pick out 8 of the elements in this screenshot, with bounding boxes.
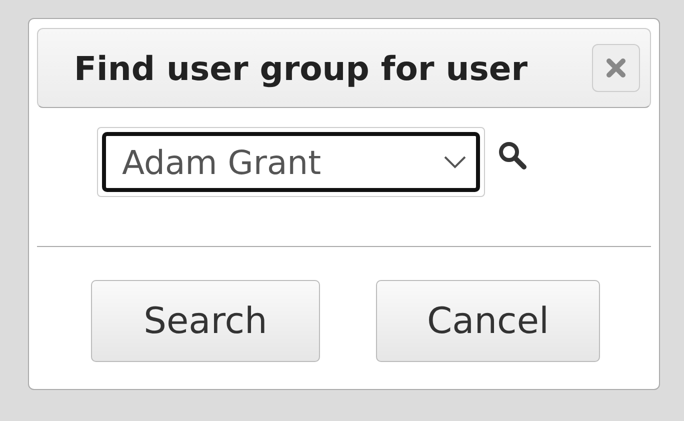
close-button[interactable] xyxy=(592,44,640,92)
user-select[interactable]: Adam Grant xyxy=(102,132,480,192)
search-button[interactable]: Search xyxy=(91,280,320,362)
search-icon[interactable] xyxy=(497,140,529,172)
dialog-title: Find user group for user xyxy=(74,48,528,88)
close-icon xyxy=(604,56,628,80)
chevron-down-icon xyxy=(444,155,466,169)
cancel-button[interactable]: Cancel xyxy=(376,280,600,362)
